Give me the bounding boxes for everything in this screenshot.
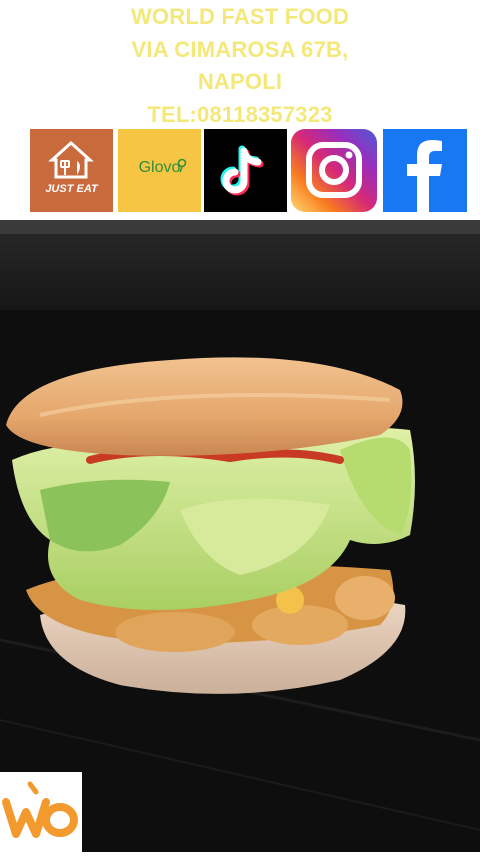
corner-logo [0, 772, 82, 852]
facebook-icon [407, 140, 442, 212]
tiktok-icon [220, 145, 264, 196]
burger-photo [0, 220, 480, 852]
shop-name: WORLD FAST FOOD [130, 4, 350, 29]
phone-number: TEL:08118357323 [147, 102, 333, 127]
just-eat-link[interactable]: JUST EAT [30, 129, 113, 212]
instagram-icon [306, 142, 362, 198]
just-eat-label: JUST EAT [45, 183, 98, 195]
glovo-pin-icon [177, 158, 187, 173]
burger-image [0, 220, 480, 852]
address-city: NAPOLI [197, 69, 283, 94]
facebook-link[interactable] [383, 129, 467, 212]
wo-logo-icon [2, 781, 78, 838]
just-eat-icon [48, 140, 94, 179]
glovo-link[interactable]: Glovo [118, 129, 201, 212]
instagram-link[interactable] [291, 129, 377, 212]
tiktok-link[interactable] [204, 129, 287, 212]
header-banner: WORLD FAST FOOD VIA CIMAROSA 67B, NAPOLI… [0, 0, 480, 220]
address-street: VIA CIMAROSA 67B, [131, 37, 349, 62]
